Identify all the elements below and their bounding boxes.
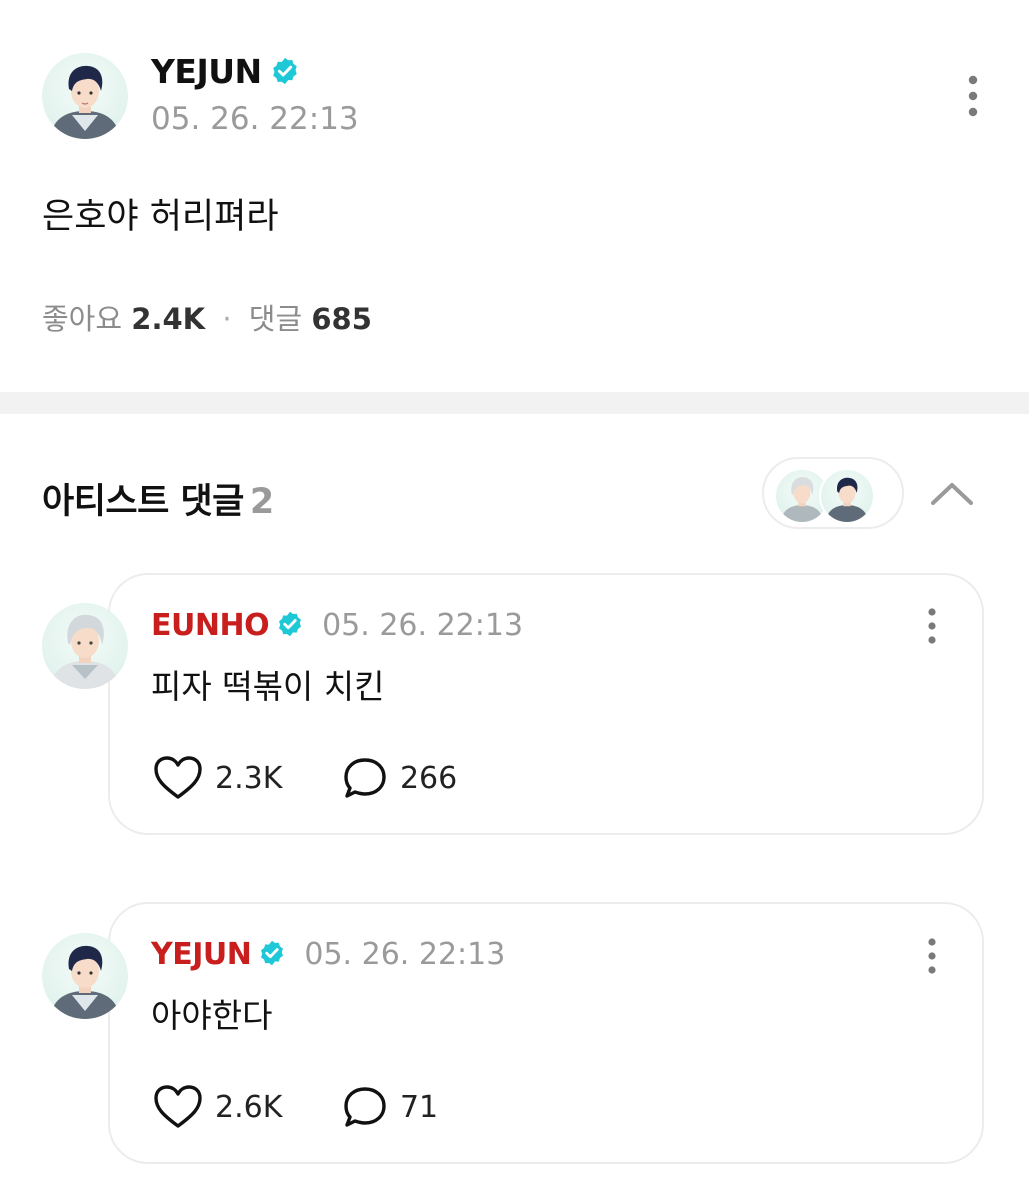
more-options-icon[interactable]	[918, 936, 946, 976]
likes-count[interactable]: 2.4K	[131, 302, 205, 336]
post-author-name[interactable]: YEJUN	[151, 52, 300, 91]
artist-avatars-pill[interactable]	[762, 457, 904, 529]
comment-actions: 2.6K 71	[153, 1084, 438, 1130]
verified-badge-icon	[272, 57, 297, 84]
yejun-avatar[interactable]	[42, 933, 128, 1019]
post-author-label: YEJUN	[151, 52, 262, 91]
heart-icon	[154, 756, 202, 799]
comment-author[interactable]: YEJUN 05. 26. 22:13	[151, 937, 505, 972]
comment-timestamp: 05. 26. 22:13	[304, 937, 506, 972]
chevron-up-icon[interactable]	[928, 473, 976, 513]
comment-author[interactable]: EUNHO 05. 26. 22:13	[151, 608, 523, 643]
comment-author-label: EUNHO	[151, 608, 270, 643]
stats-separator: ·	[222, 302, 232, 336]
post-stats: 좋아요 2.4K · 댓글 685	[42, 296, 372, 338]
section-divider	[0, 392, 1029, 414]
comment-author-label: YEJUN	[151, 937, 252, 972]
verified-badge-icon	[261, 940, 284, 966]
like-count: 2.6K	[215, 1089, 283, 1125]
comment-actions: 2.3K 266	[153, 755, 457, 801]
artist-comments-title: 아티스트 댓글 2	[42, 473, 274, 524]
more-options-icon[interactable]	[918, 606, 946, 646]
speech-bubble-icon	[344, 758, 386, 798]
like-count: 2.3K	[215, 760, 283, 796]
yejun-avatar[interactable]	[42, 53, 128, 139]
comment-body-text: 피자 떡볶이 치킨	[151, 667, 385, 706]
heart-icon	[154, 1085, 202, 1128]
comment-body-text: 아야한다	[151, 996, 273, 1035]
speech-bubble-icon	[344, 1087, 386, 1127]
post-timestamp: 05. 26. 22:13	[151, 101, 359, 137]
artist-comments-label: 아티스트 댓글	[42, 482, 244, 522]
verified-badge-icon	[279, 611, 302, 637]
like-button[interactable]: 2.6K	[153, 1085, 292, 1128]
likes-label: 좋아요	[42, 302, 123, 336]
comments-label: 댓글	[248, 302, 303, 336]
more-options-icon[interactable]	[958, 72, 988, 120]
yejun-mini-avatar	[819, 468, 875, 524]
artist-comments-count: 2	[249, 482, 274, 522]
comments-count[interactable]: 685	[311, 302, 372, 336]
comment-timestamp: 05. 26. 22:13	[322, 608, 524, 643]
reply-count: 71	[399, 1089, 439, 1125]
reply-button[interactable]: 266	[342, 756, 457, 800]
like-button[interactable]: 2.3K	[153, 756, 292, 799]
reply-count: 266	[399, 760, 458, 796]
reply-button[interactable]: 71	[342, 1085, 438, 1129]
post-body-text: 은호야 허리펴라	[42, 197, 279, 237]
eunho-avatar[interactable]	[42, 603, 128, 689]
